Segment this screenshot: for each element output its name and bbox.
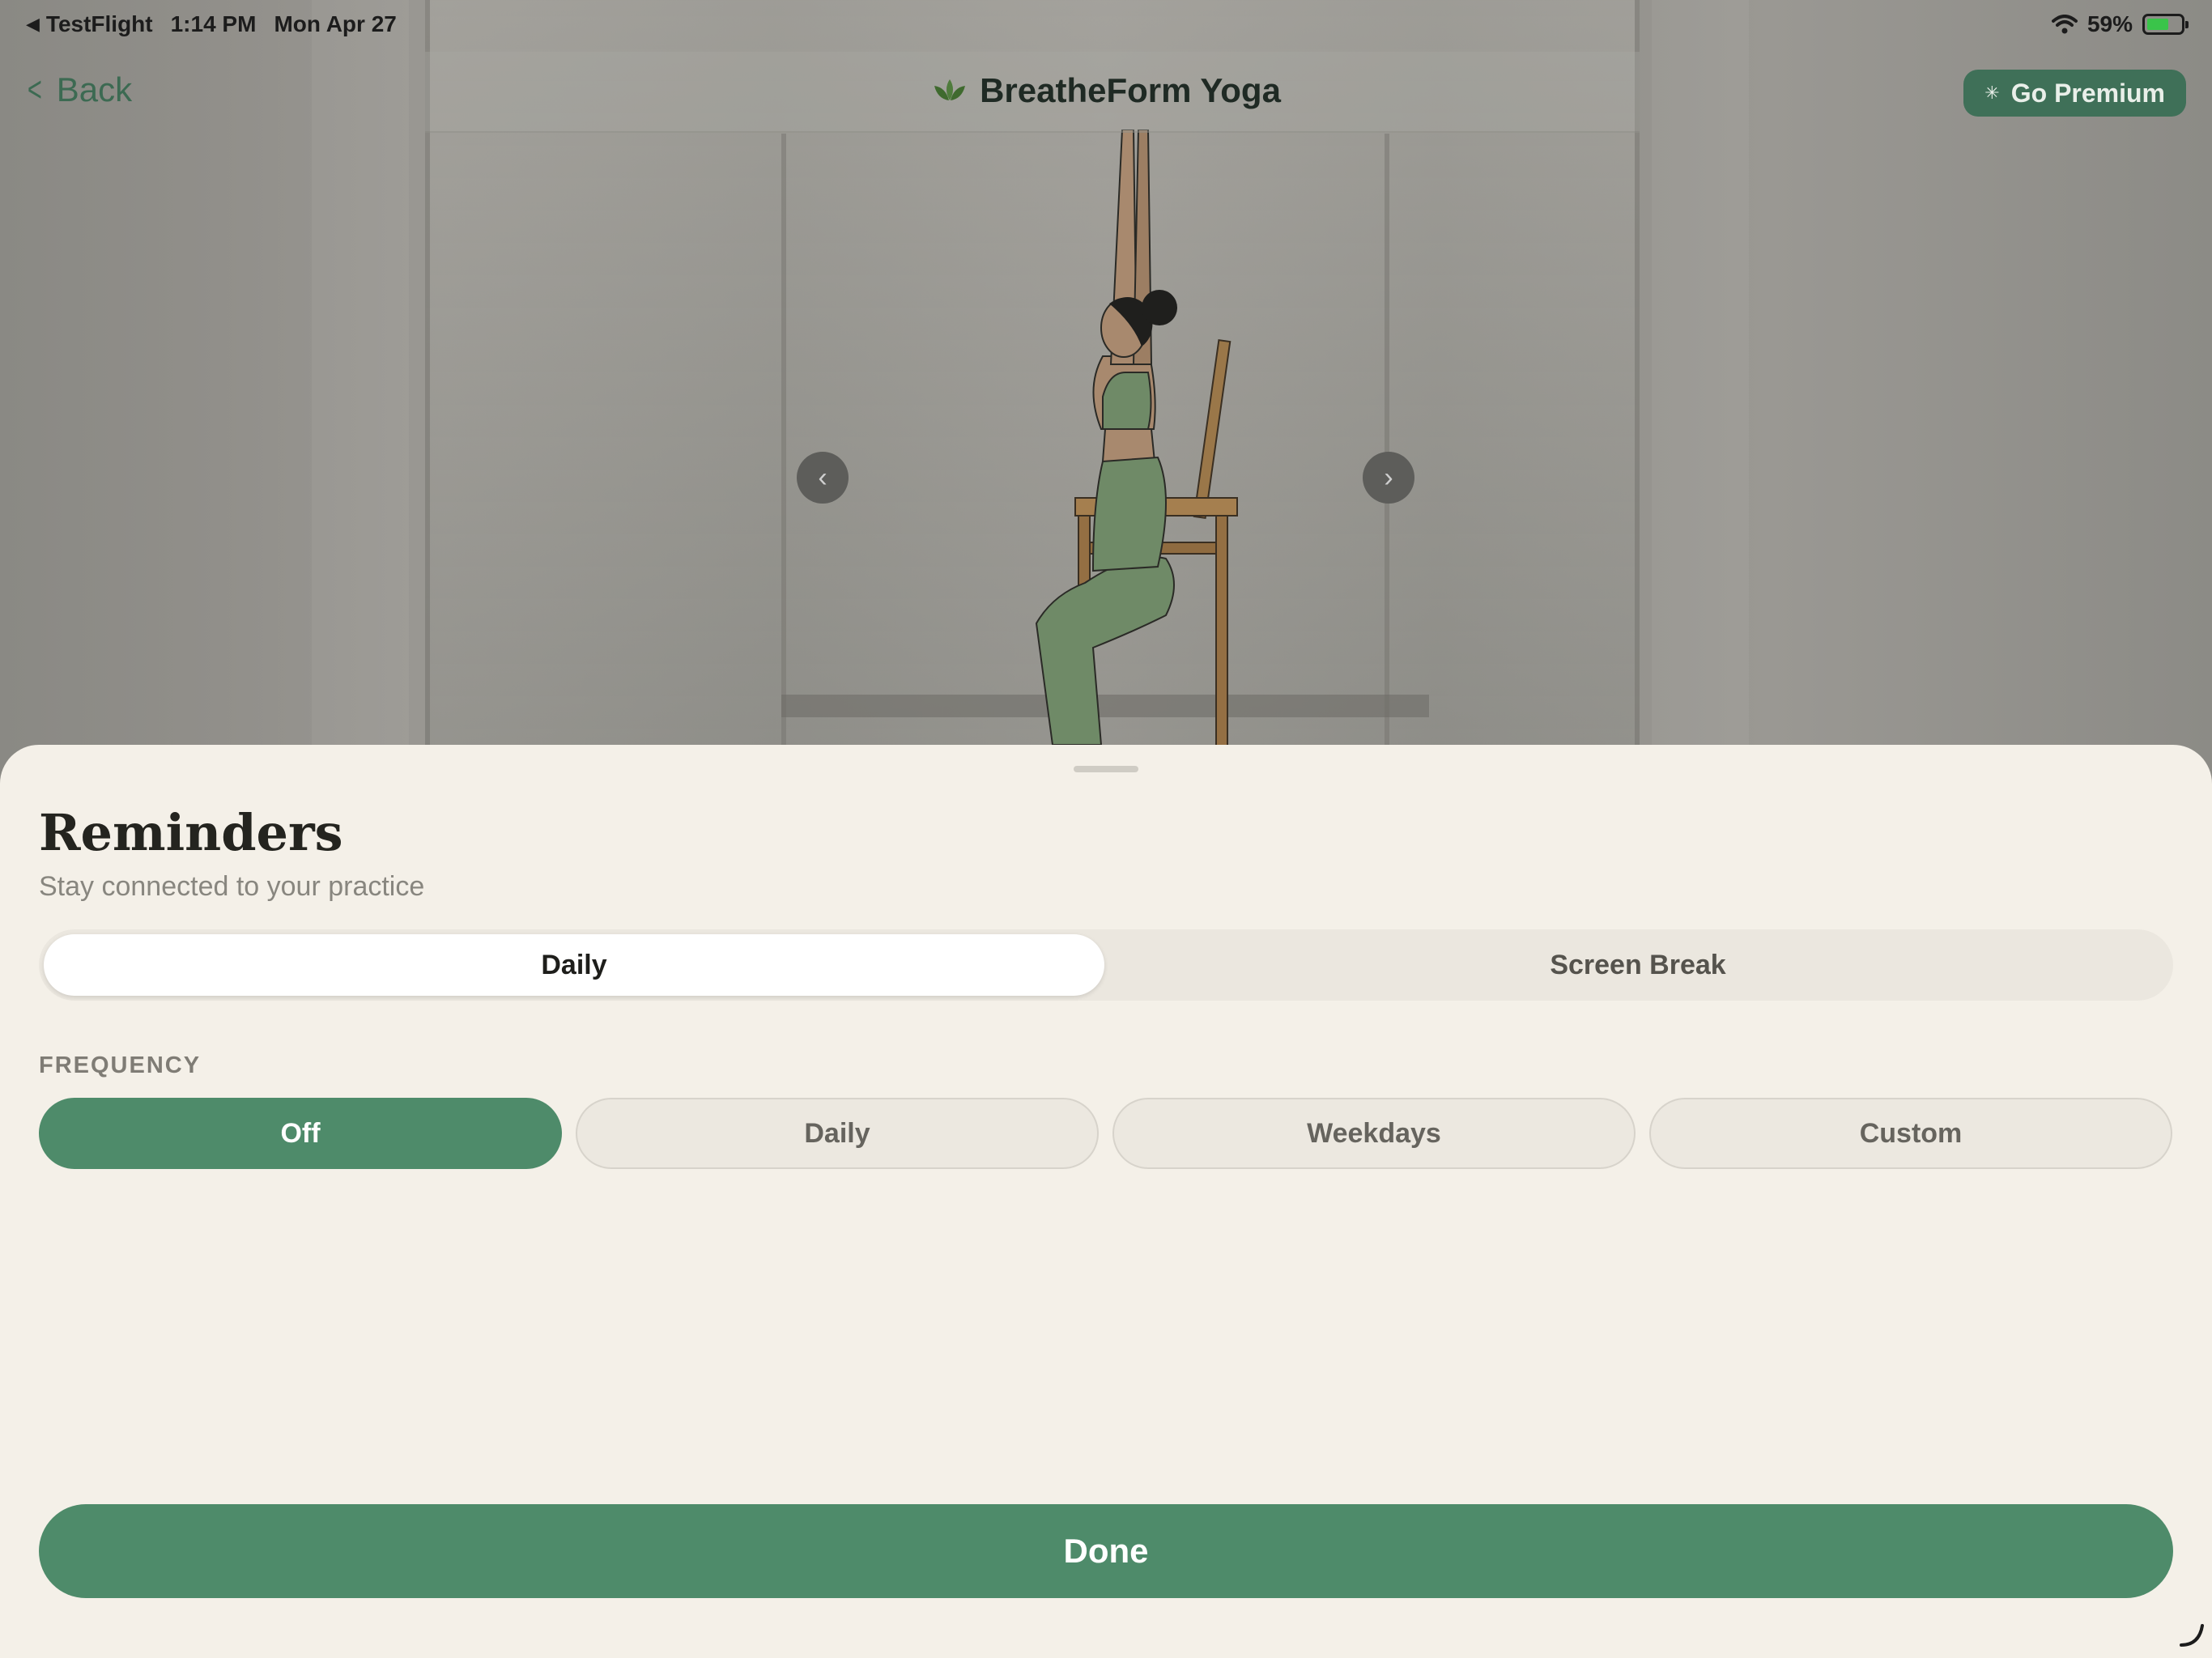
frequency-label: FREQUENCY: [39, 1052, 202, 1078]
frequency-weekdays-button[interactable]: Weekdays: [1112, 1098, 1636, 1169]
window-frame: [781, 134, 786, 749]
battery-percent: 59%: [2087, 11, 2133, 36]
tab-screen-break[interactable]: Screen Break: [1108, 934, 2168, 996]
sheet-grabber[interactable]: [1074, 766, 1138, 772]
app-title-text: BreatheForm Yoga: [980, 71, 1281, 109]
app-title: BreatheForm Yoga: [0, 71, 2212, 110]
frequency-options: Off Daily Weekdays Custom: [39, 1098, 2173, 1169]
reminder-type-segmented-control: Daily Screen Break: [39, 929, 2173, 1001]
status-bar: ◀ TestFlight 1:14 PM Mon Apr 27 59%: [0, 0, 2212, 52]
sparkle-icon: ✳: [1984, 83, 2000, 103]
go-premium-label: Go Premium: [2010, 78, 2165, 108]
chevron-right-icon: ›: [1384, 461, 1393, 493]
frequency-daily-button[interactable]: Daily: [576, 1098, 1099, 1169]
sheet-title: Reminders: [39, 803, 343, 862]
reminders-sheet: Reminders Stay connected to your practic…: [0, 745, 2212, 1658]
window-frame: [1385, 134, 1389, 749]
carousel-prev-button[interactable]: ‹: [797, 452, 849, 504]
back-to-app-icon[interactable]: ◀: [26, 14, 40, 35]
frequency-custom-button[interactable]: Custom: [1649, 1098, 2172, 1169]
lotus-icon: [934, 79, 966, 100]
sheet-subtitle: Stay connected to your practice: [39, 871, 425, 902]
navigation-bar: < Back BreatheForm Yoga ✳ Go Premium: [0, 52, 2212, 133]
yoga-pose-figure: [1035, 130, 1238, 745]
frequency-off-button[interactable]: Off: [39, 1098, 562, 1169]
done-button[interactable]: Done: [39, 1504, 2173, 1598]
status-left: ◀ TestFlight 1:14 PM Mon Apr 27: [26, 11, 397, 37]
status-right: 59%: [2051, 11, 2189, 37]
battery-icon: [2142, 14, 2189, 35]
back-to-app-label[interactable]: TestFlight: [46, 11, 153, 37]
chevron-left-icon: ‹: [818, 461, 827, 493]
go-premium-button[interactable]: ✳ Go Premium: [1963, 70, 2186, 117]
status-time: 1:14 PM: [170, 11, 257, 36]
status-date: Mon Apr 27: [274, 11, 397, 36]
tab-daily[interactable]: Daily: [44, 934, 1104, 996]
resize-handle-icon[interactable]: [2178, 1621, 2206, 1648]
wifi-icon: [2051, 15, 2078, 34]
carousel-next-button[interactable]: ›: [1363, 452, 1414, 504]
